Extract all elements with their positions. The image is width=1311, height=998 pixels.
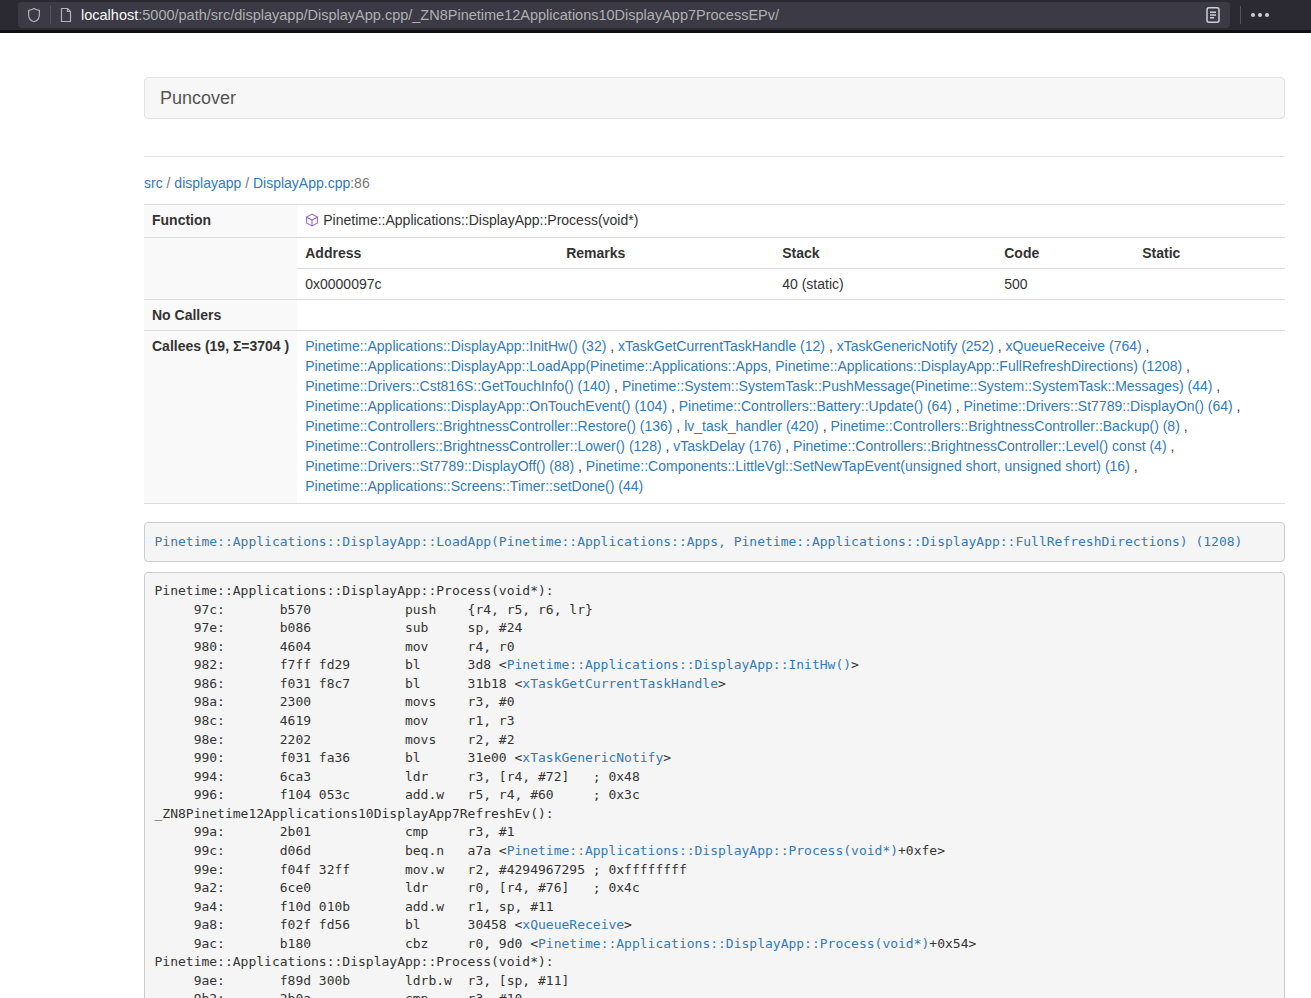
asm-symbol-link[interactable]: xQueueReceive	[522, 917, 624, 932]
details-column-header: Code	[996, 238, 1134, 269]
function-table: Function Pinetime::Applications::Display…	[144, 204, 1285, 504]
details-value	[1134, 269, 1285, 300]
details-cell: AddressRemarksStackCodeStatic 0x0000097c…	[297, 238, 1285, 300]
function-name: Pinetime::Applications::DisplayApp::Proc…	[323, 212, 638, 228]
callees-row: Callees (19, Σ=3704 ) Pinetime::Applicat…	[144, 331, 1285, 504]
breadcrumb: src / displayapp / DisplayApp.cpp:86	[144, 173, 1285, 193]
no-callers-cell	[297, 300, 1285, 331]
asm-symbol-link[interactable]: Pinetime::Applications::DisplayApp::Proc…	[507, 843, 898, 858]
callee-link[interactable]: Pinetime::Applications::DisplayApp::OnTo…	[305, 398, 667, 414]
details-row: AddressRemarksStackCodeStatic 0x0000097c…	[144, 238, 1285, 300]
page-icon[interactable]	[59, 7, 73, 23]
details-column-header: Address	[297, 238, 558, 269]
breadcrumb-line-number: :86	[350, 175, 369, 191]
callee-line: Pinetime::Controllers::BrightnessControl…	[305, 436, 1277, 456]
page-content: Puncover src / displayapp / DisplayApp.c…	[0, 33, 1311, 998]
callee-link[interactable]: Pinetime::Controllers::Battery::Update()…	[679, 398, 952, 414]
callees-cell: Pinetime::Applications::DisplayApp::Init…	[297, 331, 1285, 504]
callee-link[interactable]: Pinetime::Components::LittleVgl::SetNewT…	[586, 458, 1130, 474]
shield-icon[interactable]	[26, 7, 42, 23]
callee-link[interactable]: xTaskGetCurrentTaskHandle (12)	[618, 338, 825, 354]
callee-link[interactable]: Pinetime::Controllers::BrightnessControl…	[305, 438, 661, 454]
toolbar-divider	[1240, 6, 1241, 24]
asm-symbol-link[interactable]: xTaskGenericNotify	[522, 750, 663, 765]
url-bar[interactable]: localhost:5000/path/src/displayapp/Displ…	[18, 2, 1230, 28]
details-value: 500	[996, 269, 1134, 300]
callee-link[interactable]: lv_task_handler (420)	[684, 418, 819, 434]
callee-line: Pinetime::Drivers::St7789::DisplayOff() …	[305, 456, 1277, 476]
function-row: Function Pinetime::Applications::Display…	[144, 205, 1285, 238]
details-value-row: 0x0000097c 40 (static)500	[297, 269, 1285, 300]
function-label: Function	[144, 205, 297, 238]
asm-symbol-link[interactable]: Pinetime::Applications::DisplayApp::Proc…	[538, 936, 929, 951]
callee-link[interactable]: vTaskDelay (176)	[673, 438, 781, 454]
callee-link[interactable]: Pinetime::Applications::Screens::Timer::…	[305, 478, 643, 494]
divider	[144, 156, 1285, 157]
details-label-empty	[144, 238, 297, 300]
callee-link[interactable]: Pinetime::Drivers::St7789::DisplayOff() …	[305, 458, 574, 474]
callee-link[interactable]: Pinetime::System::SystemTask::PushMessag…	[622, 378, 1213, 394]
callee-link[interactable]: Pinetime::Controllers::BrightnessControl…	[793, 438, 1166, 454]
details-table: AddressRemarksStackCodeStatic 0x0000097c…	[297, 238, 1285, 299]
breadcrumb-link[interactable]: src	[144, 175, 163, 191]
disassembly-block: Pinetime::Applications::DisplayApp::Proc…	[144, 572, 1285, 998]
callee-line: Pinetime::Applications::DisplayApp::OnTo…	[305, 396, 1277, 416]
callee-link[interactable]: Pinetime::Controllers::BrightnessControl…	[830, 418, 1179, 434]
callee-link[interactable]: Pinetime::Applications::DisplayApp::Load…	[305, 358, 1182, 374]
asm-symbol-link[interactable]: Pinetime::Applications::DisplayApp::Init…	[507, 657, 851, 672]
callee-link[interactable]: Pinetime::Controllers::BrightnessControl…	[305, 418, 672, 434]
no-callers-row: No Callers	[144, 300, 1285, 331]
callee-line: Pinetime::Controllers::BrightnessControl…	[305, 416, 1277, 436]
no-callers-label: No Callers	[144, 300, 297, 331]
highlighted-symbol-box: Pinetime::Applications::DisplayApp::Load…	[144, 522, 1285, 562]
details-column-header: Stack	[774, 238, 996, 269]
callee-line: Pinetime::Applications::DisplayApp::Load…	[305, 356, 1277, 376]
callee-link[interactable]: xTaskGenericNotify (252)	[837, 338, 994, 354]
callee-line: Pinetime::Applications::Screens::Timer::…	[305, 476, 1277, 496]
more-menu-icon[interactable]	[1251, 13, 1269, 17]
details-column-header: Remarks	[558, 238, 774, 269]
brand-link[interactable]: Puncover	[160, 88, 236, 109]
callees-label: Callees (19, Σ=3704 )	[144, 331, 297, 504]
reader-mode-icon[interactable]	[1204, 6, 1222, 24]
symbol-cube-icon	[305, 212, 319, 232]
details-header-row: AddressRemarksStackCodeStatic	[297, 238, 1285, 269]
breadcrumb-separator: /	[163, 175, 175, 191]
urlbar-divider	[50, 6, 51, 24]
function-name-cell: Pinetime::Applications::DisplayApp::Proc…	[297, 205, 1285, 238]
callee-link[interactable]: Pinetime::Drivers::Cst816S::GetTouchInfo…	[305, 378, 610, 394]
callee-link[interactable]: Pinetime::Drivers::St7789::DisplayOn() (…	[964, 398, 1233, 414]
callee-line: Pinetime::Drivers::Cst816S::GetTouchInfo…	[305, 376, 1277, 396]
asm-symbol-link[interactable]: xTaskGetCurrentTaskHandle	[522, 676, 718, 691]
details-value: 40 (static)	[774, 269, 996, 300]
highlighted-symbol-link[interactable]: Pinetime::Applications::DisplayApp::Load…	[155, 534, 1243, 549]
browser-toolbar: localhost:5000/path/src/displayapp/Displ…	[0, 0, 1311, 33]
callee-link[interactable]: Pinetime::Applications::DisplayApp::Init…	[305, 338, 606, 354]
details-value: 0x0000097c	[297, 269, 558, 300]
details-column-header: Static	[1134, 238, 1285, 269]
callee-link[interactable]: xQueueReceive (764)	[1006, 338, 1142, 354]
breadcrumb-link[interactable]: DisplayApp.cpp	[253, 175, 350, 191]
breadcrumb-link[interactable]: displayapp	[174, 175, 241, 191]
url-text: localhost:5000/path/src/displayapp/Displ…	[81, 7, 1204, 23]
callee-line: Pinetime::Applications::DisplayApp::Init…	[305, 336, 1277, 356]
breadcrumb-separator: /	[241, 175, 253, 191]
details-value	[558, 269, 774, 300]
brand-panel: Puncover	[144, 77, 1285, 119]
